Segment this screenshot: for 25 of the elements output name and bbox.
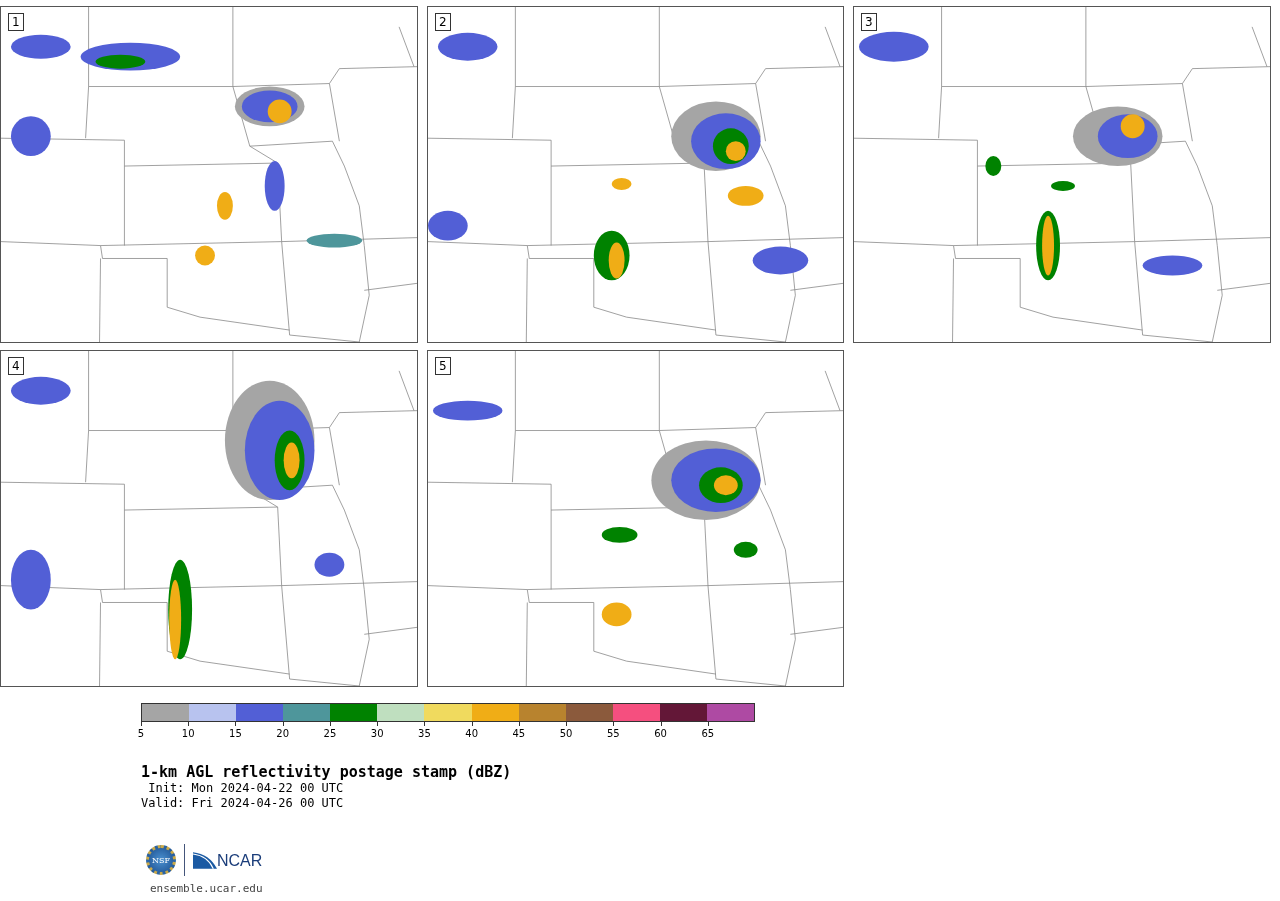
member-number: 1 bbox=[8, 13, 24, 31]
tick-label: 25 bbox=[323, 728, 337, 739]
tick-label: 30 bbox=[370, 728, 384, 739]
tick-label: 10 bbox=[181, 728, 195, 739]
member-number: 2 bbox=[435, 13, 451, 31]
member-number: 3 bbox=[861, 13, 877, 31]
init-time: Init: Mon 2024-04-22 00 UTC bbox=[147, 781, 345, 796]
tick-label: 60 bbox=[654, 728, 667, 739]
tick-label: 15 bbox=[229, 728, 242, 739]
member-number: 4 bbox=[8, 357, 24, 375]
website-url: ensemble.ucar.edu bbox=[149, 882, 264, 895]
tick-label: 65 bbox=[701, 728, 715, 739]
tick-label: 45 bbox=[512, 728, 526, 739]
chart-title: 1-km AGL reflectivity postage stamp (dBZ) bbox=[141, 763, 513, 781]
ncar-logo: NCAR bbox=[217, 852, 263, 869]
tick-label: 50 bbox=[559, 728, 573, 739]
tick-label: 5 bbox=[137, 728, 145, 739]
ncar-swoosh-icon bbox=[193, 851, 217, 869]
tick-label: 20 bbox=[276, 728, 290, 739]
tick-label: 35 bbox=[418, 728, 431, 739]
member-number: 5 bbox=[435, 357, 451, 375]
nsf-logo: NSF bbox=[146, 845, 176, 875]
valid-time: Valid: Fri 2024-04-26 00 UTC bbox=[141, 796, 345, 811]
tick-label: 55 bbox=[607, 728, 620, 739]
tick-label: 40 bbox=[465, 728, 478, 739]
